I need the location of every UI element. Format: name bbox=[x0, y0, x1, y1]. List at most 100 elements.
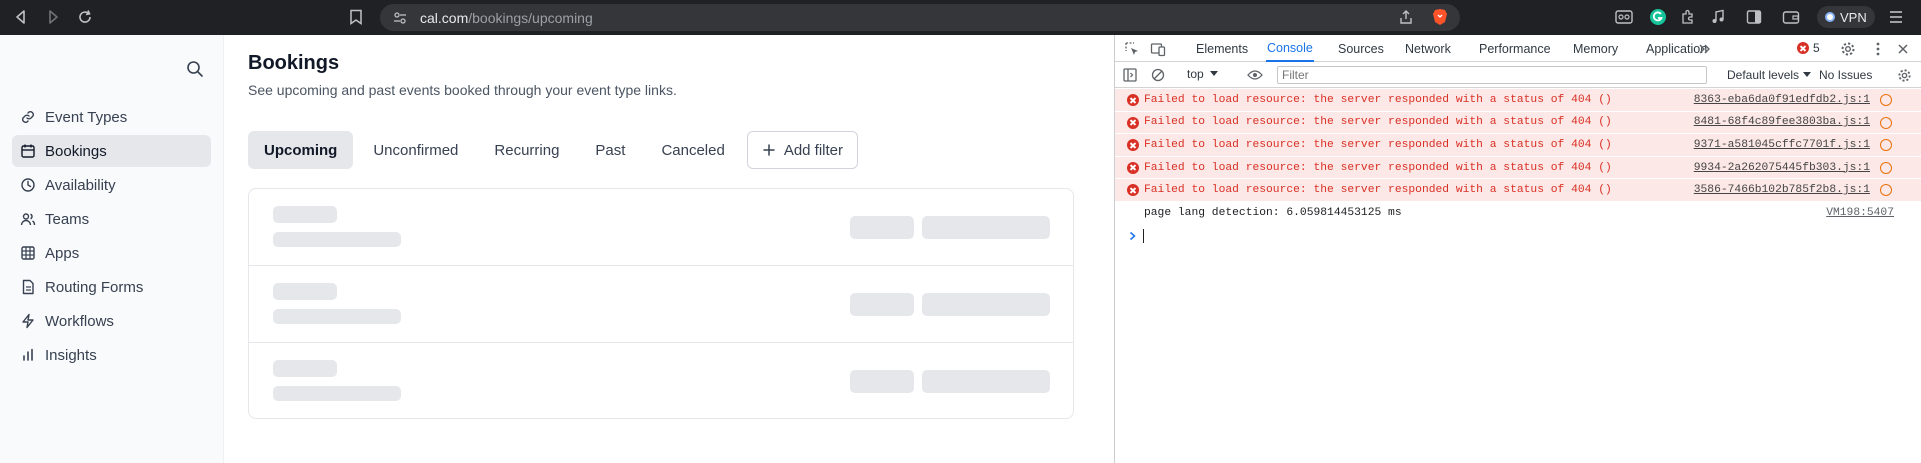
sidebar-item-insights[interactable]: Insights bbox=[12, 339, 211, 371]
sidebar-item-label: Insights bbox=[45, 346, 97, 364]
site-settings-icon[interactable] bbox=[392, 10, 408, 26]
devtools-tab-sources[interactable]: Sources bbox=[1337, 35, 1385, 62]
log-levels-label: Default levels bbox=[1727, 68, 1800, 82]
console-log-message: page lang detection: 6.059814453125 ms V… bbox=[1115, 202, 1921, 225]
error-icon bbox=[1127, 161, 1139, 174]
context-selector[interactable]: top bbox=[1187, 67, 1218, 81]
message-source-link[interactable]: 3586-7466b102b785f2b8.js:1 bbox=[1694, 184, 1870, 196]
skeleton-block bbox=[850, 293, 914, 316]
ai-explain-icon[interactable] bbox=[1880, 139, 1892, 152]
ai-explain-icon[interactable] bbox=[1880, 116, 1892, 129]
sidebar-toggle-icon[interactable] bbox=[1744, 7, 1764, 27]
message-text: Failed to load resource: the server resp… bbox=[1144, 116, 1612, 129]
text-cursor bbox=[1143, 229, 1144, 243]
message-source-link[interactable]: 8363-eba6da0f91edfdb2.js:1 bbox=[1694, 94, 1870, 106]
share-icon[interactable] bbox=[1398, 9, 1414, 25]
log-levels-dropdown[interactable]: Default levels bbox=[1727, 68, 1812, 82]
console-messages: Failed to load resource: the server resp… bbox=[1115, 89, 1921, 225]
tab-past[interactable]: Past bbox=[579, 131, 641, 169]
extensions-icon[interactable] bbox=[1678, 7, 1698, 27]
vpn-button[interactable]: VPN bbox=[1817, 6, 1875, 28]
prompt-chevron-icon bbox=[1130, 231, 1136, 241]
sidebar-item-bookings[interactable]: Bookings bbox=[12, 135, 211, 167]
console-sidebar-icon[interactable] bbox=[1121, 66, 1139, 84]
sidebar-item-workflows[interactable]: Workflows bbox=[12, 305, 211, 337]
live-expression-eye-icon[interactable] bbox=[1246, 66, 1264, 84]
forward-button[interactable] bbox=[40, 5, 66, 29]
console-error-message: Failed to load resource: the server resp… bbox=[1115, 156, 1921, 180]
tab-recurring[interactable]: Recurring bbox=[478, 131, 575, 169]
console-prompt[interactable] bbox=[1129, 229, 1144, 243]
ai-explain-icon[interactable] bbox=[1880, 184, 1892, 197]
context-label: top bbox=[1187, 67, 1204, 81]
error-counter[interactable]: 5 bbox=[1797, 41, 1820, 55]
users-icon bbox=[20, 213, 36, 226]
settings-gear-icon[interactable] bbox=[1839, 40, 1857, 58]
sidebar-item-teams[interactable]: Teams bbox=[12, 203, 211, 235]
plus-icon bbox=[763, 144, 775, 156]
error-icon bbox=[1127, 139, 1139, 152]
skeleton-block bbox=[922, 293, 1050, 316]
page-subtitle: See upcoming and past events booked thro… bbox=[248, 82, 677, 98]
console-filter-input[interactable] bbox=[1277, 66, 1707, 84]
add-filter-button[interactable]: Add filter bbox=[746, 131, 859, 169]
inspect-element-icon[interactable] bbox=[1123, 40, 1141, 58]
error-icon bbox=[1127, 116, 1139, 129]
message-source-link[interactable]: VM198:5407 bbox=[1826, 207, 1894, 219]
reload-button[interactable] bbox=[72, 5, 98, 29]
sidebar-item-event-types[interactable]: Event Types bbox=[12, 101, 211, 133]
url-host: cal.com bbox=[420, 9, 469, 26]
sidebar-item-label: Routing Forms bbox=[45, 278, 144, 296]
search-icon[interactable] bbox=[185, 59, 205, 79]
devtools-tab-network[interactable]: Network bbox=[1404, 35, 1452, 62]
more-tabs-icon[interactable] bbox=[1696, 40, 1714, 58]
console-error-message: Failed to load resource: the server resp… bbox=[1115, 89, 1921, 112]
devtools-tab-memory[interactable]: Memory bbox=[1572, 35, 1619, 62]
issues-button[interactable]: No Issues bbox=[1819, 68, 1872, 82]
url-text: cal.com/bookings/upcoming bbox=[420, 10, 593, 26]
sidebar-item-apps[interactable]: Apps bbox=[12, 237, 211, 269]
skeleton-block bbox=[273, 206, 337, 223]
media-icon[interactable] bbox=[1708, 7, 1728, 27]
clock-icon bbox=[21, 178, 35, 192]
console-settings-icon[interactable] bbox=[1895, 66, 1913, 84]
ai-explain-icon[interactable] bbox=[1880, 161, 1892, 174]
message-source-link[interactable]: 9371-a581045cffc7701f.js:1 bbox=[1694, 139, 1870, 151]
address-bar[interactable]: cal.com/bookings/upcoming bbox=[380, 4, 1460, 31]
tab-upcoming[interactable]: Upcoming bbox=[248, 131, 354, 169]
devtools-tab-performance[interactable]: Performance bbox=[1478, 35, 1552, 62]
skeleton-block bbox=[922, 216, 1050, 239]
device-toolbar-icon[interactable] bbox=[1149, 40, 1167, 58]
sidebar-item-availability[interactable]: Availability bbox=[12, 169, 211, 201]
message-source-link[interactable]: 8481-68f4c89fee3803ba.js:1 bbox=[1694, 116, 1870, 128]
reader-icon[interactable] bbox=[1614, 7, 1634, 27]
vpn-status-icon bbox=[1825, 12, 1835, 22]
dropdown-arrow-icon bbox=[1209, 71, 1218, 76]
message-source-link[interactable]: 9934-2a262075445fb303.js:1 bbox=[1694, 162, 1870, 174]
sidebar-item-routing-forms[interactable]: Routing Forms bbox=[12, 271, 211, 303]
devtools-tab-console[interactable]: Console bbox=[1266, 35, 1314, 62]
booking-tabs: Upcoming Unconfirmed Recurring Past Canc… bbox=[248, 131, 859, 169]
vpn-label: VPN bbox=[1840, 9, 1867, 25]
devtools-tab-elements[interactable]: Elements bbox=[1195, 35, 1249, 62]
back-button[interactable] bbox=[8, 5, 34, 29]
brave-shields-icon[interactable] bbox=[1432, 8, 1448, 26]
tab-unconfirmed[interactable]: Unconfirmed bbox=[357, 131, 474, 169]
wallet-icon[interactable] bbox=[1781, 7, 1801, 27]
reload-icon bbox=[79, 10, 91, 23]
browser-menu-icon[interactable] bbox=[1887, 8, 1905, 26]
error-icon bbox=[1127, 94, 1139, 106]
dropdown-arrow-icon bbox=[1803, 72, 1812, 77]
clear-console-icon[interactable] bbox=[1149, 66, 1167, 84]
skeleton-block bbox=[273, 232, 401, 247]
page-title: Bookings bbox=[248, 52, 340, 74]
error-icon bbox=[1797, 42, 1809, 54]
ai-explain-icon[interactable] bbox=[1880, 94, 1892, 106]
tab-canceled[interactable]: Canceled bbox=[645, 131, 740, 169]
devtools-more-icon[interactable] bbox=[1869, 40, 1887, 58]
close-devtools-icon[interactable] bbox=[1894, 40, 1912, 58]
calendar-icon bbox=[21, 144, 35, 158]
skeleton-block bbox=[850, 216, 914, 239]
grammarly-icon[interactable] bbox=[1648, 7, 1668, 27]
bookmark-button[interactable] bbox=[345, 6, 367, 28]
